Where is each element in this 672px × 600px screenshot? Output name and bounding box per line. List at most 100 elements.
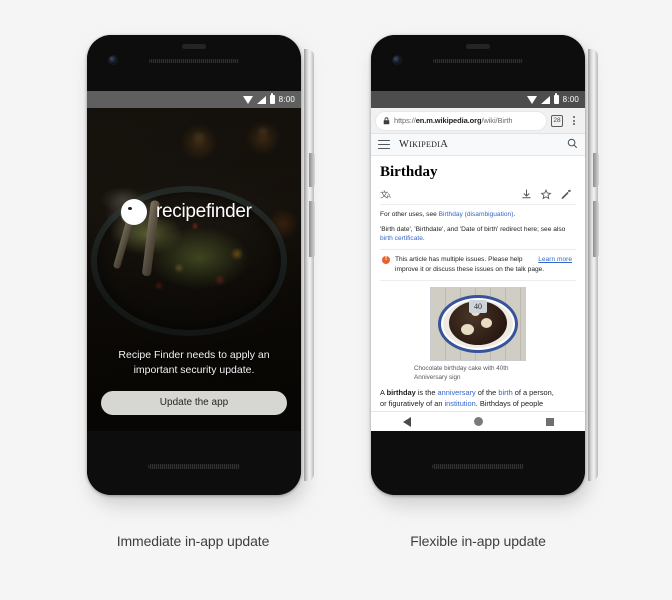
edit-protected-icon[interactable] <box>556 187 576 205</box>
top-slit <box>466 44 490 49</box>
cake-cream-1 <box>461 323 474 335</box>
url-domain: en.m.wikipedia.org <box>415 116 482 125</box>
warning-icon <box>382 254 390 264</box>
article-issues-banner: Learn more This article has multiple iss… <box>380 248 576 281</box>
nav-home-icon[interactable] <box>473 417 483 426</box>
phone-side-rail <box>588 49 598 481</box>
signal-icon <box>540 95 550 104</box>
battery-icon <box>269 93 275 104</box>
earpiece-speaker <box>433 59 523 63</box>
lead-e: or figuratively of an <box>380 399 445 408</box>
caption-flexible-update: Flexible in-app update <box>410 533 546 549</box>
cake-cream-2 <box>481 317 492 328</box>
earpiece-speaker <box>149 59 239 63</box>
burger-logo-icon <box>121 199 147 225</box>
update-message: Recipe Finder needs to apply an importan… <box>118 349 270 376</box>
wikipedia-wordmark[interactable]: WIKIPEDIA <box>399 139 558 150</box>
birth-link[interactable]: birth <box>498 388 512 397</box>
nav-back-icon[interactable] <box>402 416 411 427</box>
lead-a: A <box>380 387 387 397</box>
front-camera-icon <box>393 56 401 64</box>
bottom-speaker <box>148 464 240 469</box>
lead-f: . Birthdays of people <box>475 399 544 408</box>
url-path: /wiki/Birth <box>481 116 513 125</box>
app-branding: recipefinder <box>121 199 252 225</box>
logo-line-2 <box>124 217 144 220</box>
app-brand-name: recipefinder <box>156 201 252 222</box>
phone-body: 8:00 https://en.m.wikipedia.org/wiki/Bir… <box>371 35 585 495</box>
recipe-app-screen: recipefinder Recipe Finder needs to appl… <box>87 108 301 431</box>
caption-immediate-update: Immediate in-app update <box>116 533 270 549</box>
logo-line-1 <box>124 214 144 216</box>
cake-anniversary-sign: 40 <box>469 299 487 313</box>
signal-icon <box>256 95 266 104</box>
disambiguation-link[interactable]: Birthday (disambiguation) <box>439 211 514 218</box>
phone-top-bezel <box>87 35 301 91</box>
update-the-app-button[interactable]: Update the app <box>101 391 287 415</box>
phone-immediate-update: 8:00 recipefinder Recipe Finder needs to… <box>87 35 315 505</box>
issue-message: This article has multiple issues. Please… <box>395 255 545 273</box>
chrome-browser: https://en.m.wikipedia.org/wiki/Birth 28… <box>371 108 585 431</box>
hatnote-redirects: 'Birth date', 'Birthdate', and 'Date of … <box>380 225 576 244</box>
article-thumbnail[interactable]: 40 <box>380 286 576 361</box>
android-navigation-bar <box>371 411 585 431</box>
issue-banner-text: Learn more This article has multiple iss… <box>395 255 572 275</box>
svg-text:A: A <box>387 193 392 200</box>
volume-button[interactable] <box>309 201 315 257</box>
chocolate-birthday-cake-photo: 40 <box>430 286 526 361</box>
browser-toolbar: https://en.m.wikipedia.org/wiki/Birth 28 <box>371 108 585 134</box>
top-slit <box>182 44 206 49</box>
phone-flexible-update: 8:00 https://en.m.wikipedia.org/wiki/Bir… <box>371 35 599 505</box>
lead-paragraph: A birthday is the anniversary of the bir… <box>380 387 576 399</box>
wifi-icon <box>242 95 253 104</box>
omnibox-url-bar[interactable]: https://en.m.wikipedia.org/wiki/Birth <box>376 111 546 130</box>
phone-screen: 8:00 https://en.m.wikipedia.org/wiki/Bir… <box>371 91 585 431</box>
nav-recents-icon[interactable] <box>545 417 554 426</box>
url-prefix: https:// <box>394 116 416 125</box>
phone-screen: 8:00 recipefinder Recipe Finder needs to… <box>87 91 301 431</box>
thumbnail-caption: Chocolate birthday cake with 40th Annive… <box>380 364 576 382</box>
omnibox-url-text: https://en.m.wikipedia.org/wiki/Birth <box>394 116 512 125</box>
battery-icon <box>553 93 559 104</box>
hatnote-disambiguation: For other uses, see Birthday (disambigua… <box>380 210 576 220</box>
hamburger-icon[interactable] <box>378 140 390 149</box>
anniversary-link[interactable]: anniversary <box>438 388 476 397</box>
phone-top-bezel <box>371 35 585 91</box>
power-button[interactable] <box>309 153 315 187</box>
article-action-row: 文A <box>380 187 576 205</box>
kebab-menu-icon[interactable] <box>568 115 580 126</box>
star-icon[interactable] <box>536 187 556 205</box>
logo-dot <box>128 207 132 210</box>
download-icon[interactable] <box>516 187 536 205</box>
birth-certificate-link[interactable]: birth certificate <box>380 235 423 242</box>
tab-counter-button[interactable]: 28 <box>551 114 563 127</box>
status-bar: 8:00 <box>87 91 301 108</box>
page-title: Birthday <box>380 164 438 180</box>
volume-button[interactable] <box>593 201 599 257</box>
update-prompt: Recipe Finder needs to apply an importan… <box>87 348 301 431</box>
language-icon[interactable]: 文A <box>380 187 393 205</box>
redirect-suffix: . <box>422 235 425 242</box>
wikipedia-header: WIKIPEDIA <box>371 134 585 156</box>
status-bar-clock: 8:00 <box>278 95 295 104</box>
power-button[interactable] <box>593 153 599 187</box>
lead-c: of the <box>475 387 499 397</box>
search-icon[interactable] <box>567 136 578 154</box>
lead-term: birthday <box>386 387 416 397</box>
redirect-prefix: 'Birth date', 'Birthdate', and 'Date of … <box>380 225 566 233</box>
status-bar-clock: 8:00 <box>562 95 579 104</box>
institution-link[interactable]: institution <box>445 399 476 408</box>
phone-body: 8:00 recipefinder Recipe Finder needs to… <box>87 35 301 495</box>
phone-side-rail <box>304 49 314 481</box>
caption-line-1: Chocolate birthday cake with 40th <box>414 364 509 372</box>
phone-bottom-bezel <box>371 431 585 495</box>
caption-line-2: Anniversary sign <box>414 373 461 381</box>
front-camera-icon <box>109 56 117 64</box>
wifi-icon <box>526 95 537 104</box>
status-bar: 8:00 <box>371 91 585 108</box>
learn-more-link[interactable]: Learn more <box>538 255 572 265</box>
hatnote-suffix: . <box>513 211 516 218</box>
lead-paragraph-clipped: or figuratively of an institution. Birth… <box>380 398 576 410</box>
lead-b: is the <box>415 387 438 397</box>
phone-bottom-bezel <box>87 431 301 495</box>
